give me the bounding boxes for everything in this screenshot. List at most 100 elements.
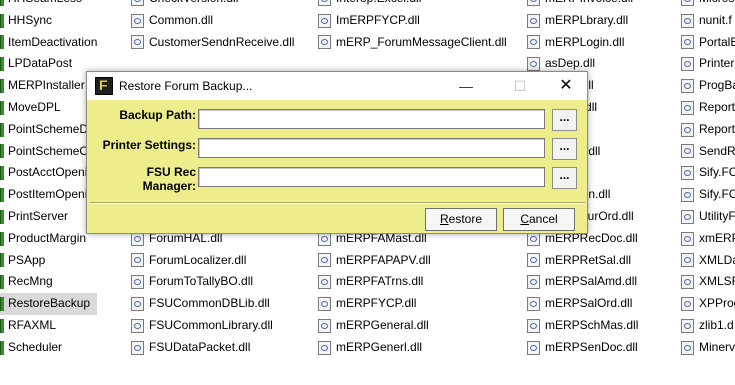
file-list-item[interactable]: mERPLogin.dll (527, 32, 638, 54)
file-list-item[interactable]: mERPInvoice.dll (527, 0, 638, 10)
file-name: LPDataPost (8, 56, 73, 71)
file-list-item[interactable]: PointSchemeD (0, 119, 97, 141)
file-list-item[interactable]: HHSeamLess (0, 0, 97, 10)
file-list-item[interactable]: mERPSalAmd.dll (527, 271, 638, 293)
folder-icon (0, 0, 4, 6)
file-list-item[interactable]: PostAcctOpeni (0, 162, 97, 184)
file-list-item[interactable]: mERPRetSal.dll (527, 250, 638, 272)
backup-path-browse-button[interactable]: ... (552, 109, 577, 131)
dll-file-icon (131, 35, 144, 50)
dll-file-icon (318, 35, 331, 50)
file-list-item[interactable]: PrintServer (0, 206, 97, 228)
folder-icon (0, 340, 4, 355)
file-name: mERPSenDoc.dll (545, 339, 638, 354)
file-list-item[interactable]: FSUDataPacket.dll (131, 337, 294, 359)
folder-icon (0, 35, 4, 50)
file-list-item[interactable]: Report (681, 97, 735, 119)
dll-file-icon (318, 0, 331, 6)
file-list-item[interactable]: Interop.Excel.dll (318, 0, 507, 10)
file-list-item[interactable]: mERPSenDoc.dll (527, 337, 638, 359)
backup-path-field[interactable] (198, 109, 545, 129)
folder-icon (0, 318, 4, 333)
file-list-item[interactable]: ProgBa (681, 75, 735, 97)
dll-file-icon (318, 318, 331, 333)
dll-file-icon (681, 231, 694, 246)
file-list-item[interactable]: ItemDeactivation (0, 32, 97, 54)
printer-settings-field[interactable] (198, 138, 545, 158)
file-list-item[interactable]: RestoreBackup (0, 293, 98, 315)
file-list-item[interactable]: LPDataPost (0, 53, 97, 75)
file-list-item[interactable]: PSApp (0, 250, 97, 272)
dll-file-icon (131, 297, 144, 312)
file-list-item[interactable]: Sify.FC (681, 162, 735, 184)
file-list-item[interactable]: XMLSR (681, 271, 735, 293)
file-column-5: Micros nunit.f PortalB Printer ProgBa Report R… (681, 0, 735, 359)
file-list-item[interactable]: MERPInstaller (0, 75, 97, 97)
file-list-item[interactable]: mERPSalOrd.dll (527, 293, 638, 315)
minimize-button[interactable]: — (443, 72, 489, 100)
fsu-rec-manager-field[interactable] (198, 167, 545, 187)
file-list-item[interactable]: SendRe (681, 141, 735, 163)
file-list-item[interactable]: mERPFAPAPV.dll (318, 250, 507, 272)
file-name: FSUCommonDBLib.dll (149, 296, 270, 311)
file-list-item[interactable]: Micros (681, 0, 735, 10)
file-list-item[interactable]: Report (681, 119, 735, 141)
file-list-item[interactable]: mERPGenerl.dll (318, 337, 507, 359)
file-list-item[interactable]: zlib1.d (681, 315, 735, 337)
file-list-item[interactable]: mERPFATrns.dll (318, 271, 507, 293)
dialog-titlebar[interactable]: Restore Forum Backup... — ☐ ✕ (87, 72, 587, 100)
file-list-item[interactable]: mERPGeneral.dll (318, 315, 507, 337)
file-list-item[interactable]: HHSync (0, 10, 97, 32)
file-name: ForumLocalizer.dll (149, 252, 247, 267)
maximize-button[interactable]: ☐ (497, 72, 543, 100)
file-list-item[interactable]: ForumToTallyBO.dll (131, 271, 294, 293)
file-list-item[interactable]: ProductMargin (0, 228, 97, 250)
file-list-item[interactable]: XPProg (681, 293, 735, 315)
printer-settings-label: Printer Settings: (102, 138, 196, 152)
file-name: PrintServer (8, 208, 69, 223)
file-list-item[interactable]: Minerv (681, 337, 735, 359)
file-name: mERP_ForumMessageClient.dll (336, 34, 507, 49)
dll-file-icon (527, 297, 540, 312)
file-list-item[interactable]: RFAXML (0, 315, 97, 337)
file-list-item[interactable]: RecMng (0, 271, 97, 293)
folder-icon (0, 100, 4, 115)
file-name: UtilityF (699, 208, 735, 223)
file-list-item[interactable]: ForumLocalizer.dll (131, 250, 294, 272)
file-list-item[interactable]: nunit.f (681, 10, 735, 32)
file-list-item[interactable]: FSUCommonLibrary.dll (131, 315, 294, 337)
file-list-item[interactable]: MoveDPL (0, 97, 97, 119)
printer-settings-browse-button[interactable]: ... (552, 138, 577, 160)
file-list-item[interactable]: Scheduler (0, 337, 97, 359)
file-list-item[interactable]: Common.dll (131, 10, 294, 32)
close-button[interactable]: ✕ (543, 72, 589, 100)
file-list-item[interactable]: FSUCommonDBLib.dll (131, 293, 294, 315)
file-name: Sify.FC (699, 165, 735, 180)
file-list-item[interactable]: PostItemOpeni (0, 184, 97, 206)
folder-icon (0, 57, 4, 72)
file-list-item[interactable]: xmERP (681, 228, 735, 250)
file-name: Scheduler (8, 339, 63, 354)
file-list-item[interactable]: CheckVersion.dll (131, 0, 294, 10)
cancel-button[interactable]: Cancel (503, 208, 575, 231)
file-name: RestoreBackup (8, 296, 91, 311)
file-list-item[interactable]: CustomerSendnReceive.dll (131, 32, 294, 54)
file-list-item[interactable]: mERP_ForumMessageClient.dll (318, 32, 507, 54)
file-list-item[interactable]: XMLDa (681, 250, 735, 272)
file-list-item[interactable]: PointSchemeO (0, 141, 97, 163)
fsu-rec-manager-browse-button[interactable]: ... (552, 167, 577, 189)
file-list-item[interactable]: mERPSchMas.dll (527, 315, 638, 337)
dll-file-icon (318, 340, 331, 355)
folder-icon (0, 209, 4, 224)
file-name: mERPFATrns.dll (336, 274, 424, 289)
file-list-item[interactable]: mERPFYCP.dll (318, 293, 507, 315)
restore-button[interactable]: Restore (425, 208, 497, 231)
file-list-item[interactable]: mERPLbrary.dll (527, 10, 638, 32)
file-list-item[interactable]: Sify.FC (681, 184, 735, 206)
file-list-item[interactable]: PortalB (681, 32, 735, 54)
file-list-item[interactable]: ImERPFYCP.dll (318, 10, 507, 32)
file-list-item[interactable]: UtilityF (681, 206, 735, 228)
folder-icon (0, 253, 4, 268)
file-list-item[interactable]: Printer (681, 53, 735, 75)
dll-file-icon (681, 188, 694, 203)
